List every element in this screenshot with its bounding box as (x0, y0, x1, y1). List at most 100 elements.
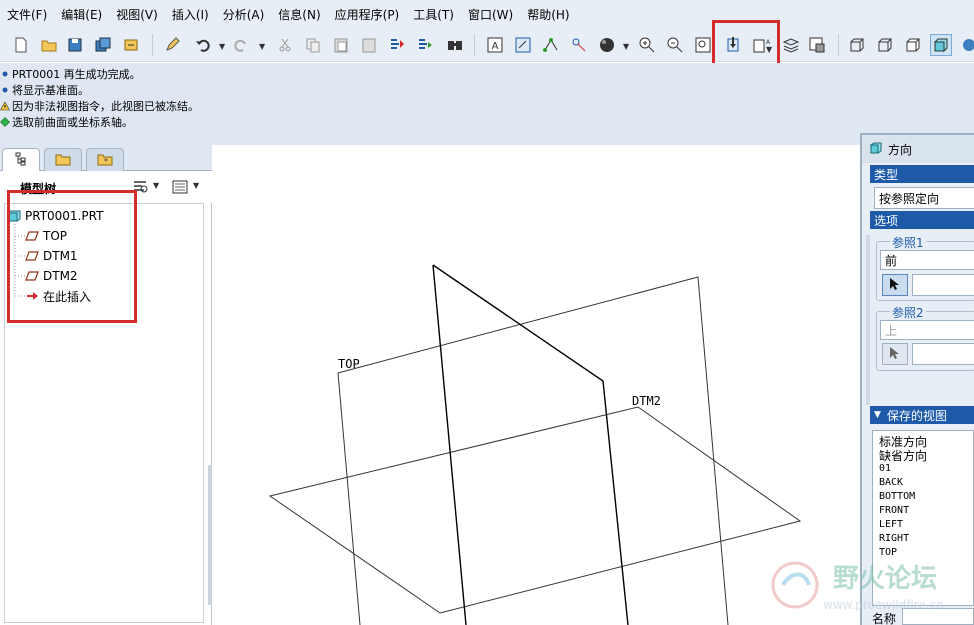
tree-node-label: 在此插入 (43, 289, 92, 304)
tab-model-tree[interactable] (2, 148, 40, 172)
tree-node-insert-here[interactable]: 在此插入 (25, 287, 91, 305)
reference2-field[interactable]: 上 (880, 320, 974, 340)
watermark-title: 野火论坛 (833, 564, 937, 594)
saved-view-item[interactable]: 缺省方向 (879, 447, 927, 464)
saved-view-item[interactable]: BOTTOM (879, 491, 915, 502)
tree-node-top[interactable]: TOP (25, 227, 67, 245)
tree-node-dtm2[interactable]: DTM2 (25, 267, 78, 285)
save-copy-icon[interactable] (92, 34, 114, 56)
view-manager-icon[interactable] (806, 34, 828, 56)
dialog-icon (869, 142, 882, 157)
model-tree-title: 模型树 (20, 182, 57, 196)
menu-file[interactable]: 文件(F) (0, 0, 54, 30)
menu-view[interactable]: 视图(V) (109, 0, 165, 30)
reference1-field[interactable]: 前 (880, 250, 974, 270)
regenerate-icon[interactable] (386, 34, 408, 56)
sphere-dropdown-icon[interactable]: ▼ (623, 42, 629, 51)
datum-plane-icon (25, 250, 39, 262)
saved-views-dropdown-icon[interactable]: ▼ (766, 45, 772, 54)
main-toolbar: ▼ ▼ A ▼ AB ▼ (0, 30, 974, 62)
reference1-select-button[interactable] (882, 274, 908, 296)
message-area: PRT0001 再生成功完成。 将显示基准面。 因为非法视图指令，此视图已被冻结… (0, 63, 974, 145)
svg-text:*: * (104, 157, 108, 166)
options-section-label: 选项 (874, 213, 899, 228)
layers-icon[interactable] (780, 34, 802, 56)
message-text: 选取前曲面或坐标系轴。 (12, 116, 133, 129)
navigator-panel: * 模型树 ▼ ▼ PRT0001.PRT TOP DTM1 DTM2 在此插入 (0, 145, 212, 625)
datum-point-icon[interactable] (540, 34, 562, 56)
plane-top[interactable] (337, 276, 729, 625)
menu-window[interactable]: 窗口(W) (461, 0, 520, 30)
sketch-icon[interactable] (512, 34, 534, 56)
type-select-value: 按参照定向 (879, 191, 940, 206)
refit-icon[interactable] (692, 34, 714, 56)
menu-help[interactable]: 帮助(H) (520, 0, 576, 30)
type-section-header: 类型 (870, 165, 974, 183)
render-icon[interactable] (958, 34, 974, 56)
plane-top-edge (337, 372, 361, 625)
menu-analysis[interactable]: 分析(A) (216, 0, 272, 30)
menu-bar: 文件(F) 编辑(E) 视图(V) 插入(I) 分析(A) 信息(N) 应用程序… (0, 0, 974, 30)
redo-dropdown-icon[interactable]: ▼ (259, 42, 265, 51)
message-text: PRT0001 再生成功完成。 (12, 68, 141, 81)
open-folder-icon[interactable] (38, 34, 60, 56)
tree-settings-icon[interactable] (132, 179, 148, 198)
zoom-out-icon[interactable] (664, 34, 686, 56)
paste-special-icon[interactable] (358, 34, 380, 56)
undo-dropdown-icon[interactable]: ▼ (219, 42, 225, 51)
saved-view-item[interactable]: BACK (879, 477, 903, 488)
menu-edit[interactable]: 编辑(E) (54, 0, 109, 30)
plane-dtm1[interactable] (432, 264, 629, 625)
collapse-triangle-icon: ▼ (874, 410, 881, 420)
reference2-select-button[interactable] (882, 343, 908, 365)
tree-node-dtm1[interactable]: DTM1 (25, 247, 78, 265)
hidden-line-icon[interactable] (874, 34, 896, 56)
menu-applications[interactable]: 应用程序(P) (328, 0, 407, 30)
saved-views-section-header[interactable]: ▼ 保存的视图 (870, 406, 974, 424)
find-icon[interactable] (444, 34, 466, 56)
copy-icon[interactable] (302, 34, 324, 56)
no-hidden-icon[interactable] (902, 34, 924, 56)
type-select[interactable]: 按参照定向 (874, 187, 974, 209)
saved-view-item[interactable]: LEFT (879, 519, 903, 530)
regenerate-manager-icon[interactable] (414, 34, 436, 56)
arrow-cursor-icon (889, 346, 901, 363)
redo-icon[interactable] (230, 34, 252, 56)
save-icon[interactable] (64, 34, 86, 56)
paste-icon[interactable] (330, 34, 352, 56)
message-line: PRT0001 再生成功完成。 (0, 66, 141, 82)
sphere-icon[interactable] (596, 34, 618, 56)
annotation-icon[interactable]: A (484, 34, 506, 56)
datum-plane-icon (25, 230, 39, 242)
wireframe-icon[interactable] (846, 34, 868, 56)
undo-icon[interactable] (192, 34, 214, 56)
dialog-scroll-gutter (866, 235, 870, 405)
tree-node-root[interactable]: PRT0001.PRT (6, 207, 103, 225)
saved-view-item[interactable]: FRONT (879, 505, 909, 516)
graphics-window[interactable]: TOP DTM2 (218, 145, 860, 625)
menu-tools[interactable]: 工具(T) (406, 0, 461, 30)
tab-folder-browser[interactable] (44, 148, 82, 171)
model-tree: PRT0001.PRT TOP DTM1 DTM2 在此插入 (4, 203, 204, 623)
tree-settings-dropdown-icon[interactable]: ▼ (153, 181, 159, 190)
reference2-type-field[interactable] (912, 343, 974, 365)
message-text: 因为非法视图指令，此视图已被冻结。 (12, 100, 199, 113)
axis-icon[interactable] (568, 34, 590, 56)
menu-info[interactable]: 信息(N) (271, 0, 327, 30)
saved-view-item[interactable]: RIGHT (879, 533, 909, 544)
zoom-in-icon[interactable] (636, 34, 658, 56)
edit-definition-icon[interactable] (162, 34, 184, 56)
show-columns-dropdown-icon[interactable]: ▼ (193, 181, 199, 190)
reference1-type-field[interactable] (912, 274, 974, 296)
cut-icon[interactable] (274, 34, 296, 56)
tab-favorites[interactable]: * (86, 148, 124, 171)
show-columns-icon[interactable] (172, 179, 188, 198)
reorient-icon[interactable] (722, 34, 744, 56)
new-file-icon[interactable] (10, 34, 32, 56)
shading-icon[interactable] (930, 34, 952, 56)
saved-view-item[interactable]: 01 (879, 463, 891, 474)
backup-icon[interactable] (120, 34, 142, 56)
part-icon (6, 210, 21, 222)
menu-insert[interactable]: 插入(I) (165, 0, 216, 30)
panel-splitter[interactable] (208, 465, 212, 605)
